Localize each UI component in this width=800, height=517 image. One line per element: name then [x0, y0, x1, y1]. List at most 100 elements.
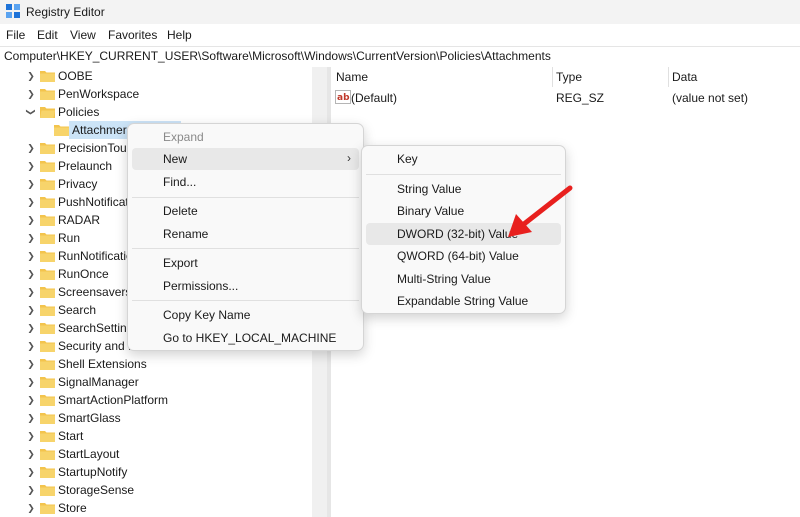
submenu-item-qword-value[interactable]: QWORD (64-bit) Value	[366, 245, 561, 267]
menu-view[interactable]: View	[70, 28, 96, 42]
menu-item-label: Copy Key Name	[163, 308, 251, 322]
chevron-right-icon[interactable]: ❯	[26, 431, 36, 441]
tree-item-label: StartupNotify	[58, 465, 128, 479]
tree-item-label: Start	[58, 429, 84, 443]
chevron-right-icon[interactable]: ❯	[26, 377, 36, 387]
folder-icon	[40, 71, 55, 82]
value-row-default[interactable]: ab (Default) REG_SZ (value not set)	[331, 89, 800, 107]
chevron-right-icon[interactable]: ❯	[26, 467, 36, 477]
folder-icon	[54, 125, 69, 136]
folder-icon	[40, 413, 55, 424]
address-bar[interactable]: Computer\HKEY_CURRENT_USER\Software\Micr…	[0, 46, 800, 68]
chevron-right-icon[interactable]: ❯	[26, 485, 36, 495]
submenu-item-binary-value[interactable]: Binary Value	[366, 200, 561, 222]
menu-bar: File Edit View Favorites Help	[0, 24, 800, 46]
chevron-right-icon[interactable]: ❯	[26, 161, 36, 171]
chevron-right-icon[interactable]: ❯	[26, 71, 36, 81]
tree-item-label: Store	[58, 501, 87, 515]
menu-item-rename[interactable]: Rename	[132, 223, 359, 245]
address-path: Computer\HKEY_CURRENT_USER\Software\Micr…	[4, 49, 551, 63]
menu-separator	[132, 248, 359, 249]
chevron-right-icon[interactable]: ❯	[26, 269, 36, 279]
submenu-item-expandable-string-value[interactable]: Expandable String Value	[366, 290, 561, 312]
menu-item-goto-hklm[interactable]: Go to HKEY_LOCAL_MACHINE	[132, 327, 359, 349]
chevron-right-icon[interactable]: ❯	[26, 89, 36, 99]
chevron-down-icon[interactable]: ❯	[26, 107, 36, 117]
menu-file[interactable]: File	[6, 28, 25, 42]
folder-icon	[40, 359, 55, 370]
chevron-right-icon[interactable]: ❯	[26, 305, 36, 315]
chevron-right-icon[interactable]: ❯	[26, 359, 36, 369]
folder-icon	[40, 233, 55, 244]
menu-item-delete[interactable]: Delete	[132, 200, 359, 222]
value-name: (Default)	[351, 91, 398, 105]
menu-item-label: DWORD (32-bit) Value	[397, 227, 519, 241]
menu-edit[interactable]: Edit	[37, 28, 58, 42]
menu-item-label: Expandable String Value	[397, 294, 529, 308]
chevron-right-icon[interactable]: ❯	[26, 449, 36, 459]
folder-icon	[40, 305, 55, 316]
tree-item-label: RunOnce	[58, 267, 109, 281]
menu-favorites[interactable]: Favorites	[108, 28, 157, 42]
menu-item-permissions[interactable]: Permissions...	[132, 275, 359, 297]
menu-item-new[interactable]: New ›	[132, 148, 359, 170]
tree-item-label: PrecisionTouc	[58, 141, 133, 155]
chevron-right-icon[interactable]: ❯	[26, 197, 36, 207]
folder-icon	[40, 431, 55, 442]
chevron-right-icon[interactable]: ❯	[26, 251, 36, 261]
menu-item-label: Key	[397, 152, 418, 166]
string-value-ab-icon: ab	[335, 90, 351, 104]
tree-item-label: StartLayout	[58, 447, 120, 461]
tree-item-label: RADAR	[58, 213, 101, 227]
menu-item-label: Binary Value	[397, 204, 465, 218]
chevron-right-icon[interactable]: ❯	[26, 395, 36, 405]
chevron-right-icon[interactable]: ❯	[26, 215, 36, 225]
svg-text:ab: ab	[337, 93, 350, 103]
column-header-name[interactable]: Name	[336, 70, 368, 84]
menu-item-expand[interactable]: Expand	[132, 126, 359, 148]
tree-item-label: SearchSetting	[58, 321, 134, 335]
menu-item-label: Expand	[163, 130, 204, 144]
chevron-right-icon[interactable]: ❯	[26, 323, 36, 333]
chevron-right-icon[interactable]: ❯	[26, 413, 36, 423]
column-header-data[interactable]: Data	[672, 70, 697, 84]
chevron-right-icon[interactable]: ❯	[26, 233, 36, 243]
menu-item-label: QWORD (64-bit) Value	[397, 249, 519, 263]
folder-icon	[40, 197, 55, 208]
menu-help[interactable]: Help	[167, 28, 192, 42]
tree-item-label: Prelaunch	[58, 159, 113, 173]
menu-item-copy-key-name[interactable]: Copy Key Name	[132, 304, 359, 326]
menu-item-label: String Value	[397, 182, 462, 196]
chevron-right-icon[interactable]: ❯	[26, 503, 36, 513]
chevron-right-icon[interactable]: ❯	[26, 179, 36, 189]
submenu-item-multi-string-value[interactable]: Multi-String Value	[366, 268, 561, 290]
tree-item-label: SmartActionPlatform	[58, 393, 169, 407]
menu-item-export[interactable]: Export	[132, 252, 359, 274]
column-divider[interactable]	[552, 67, 553, 87]
folder-open-icon	[40, 107, 55, 118]
menu-item-find[interactable]: Find...	[132, 171, 359, 193]
tree-item-label: PenWorkspace	[58, 87, 140, 101]
chevron-right-icon[interactable]: ❯	[26, 341, 36, 351]
tree-item-label: StorageSense	[58, 483, 135, 497]
chevron-right-icon[interactable]: ❯	[26, 143, 36, 153]
folder-icon	[40, 395, 55, 406]
submenu-item-string-value[interactable]: String Value	[366, 178, 561, 200]
submenu-item-dword-value[interactable]: DWORD (32-bit) Value	[366, 223, 561, 245]
column-divider[interactable]	[668, 67, 669, 87]
menu-item-label: Delete	[163, 204, 198, 218]
value-type: REG_SZ	[556, 91, 605, 105]
folder-icon	[40, 341, 55, 352]
new-submenu: Key String Value Binary Value DWORD (32-…	[361, 145, 566, 314]
tree-item-label: SmartGlass	[58, 411, 121, 425]
menu-separator	[132, 197, 359, 198]
menu-separator	[132, 300, 359, 301]
column-header-type[interactable]: Type	[556, 70, 582, 84]
folder-icon	[40, 89, 55, 100]
chevron-right-icon[interactable]: ❯	[26, 287, 36, 297]
tree-item-label: RunNotificatio	[58, 249, 133, 263]
submenu-item-key[interactable]: Key	[366, 148, 561, 170]
menu-item-label: Export	[163, 256, 198, 270]
tree-item-label: Run	[58, 231, 81, 245]
tree-item-label: Shell Extensions	[58, 357, 147, 371]
